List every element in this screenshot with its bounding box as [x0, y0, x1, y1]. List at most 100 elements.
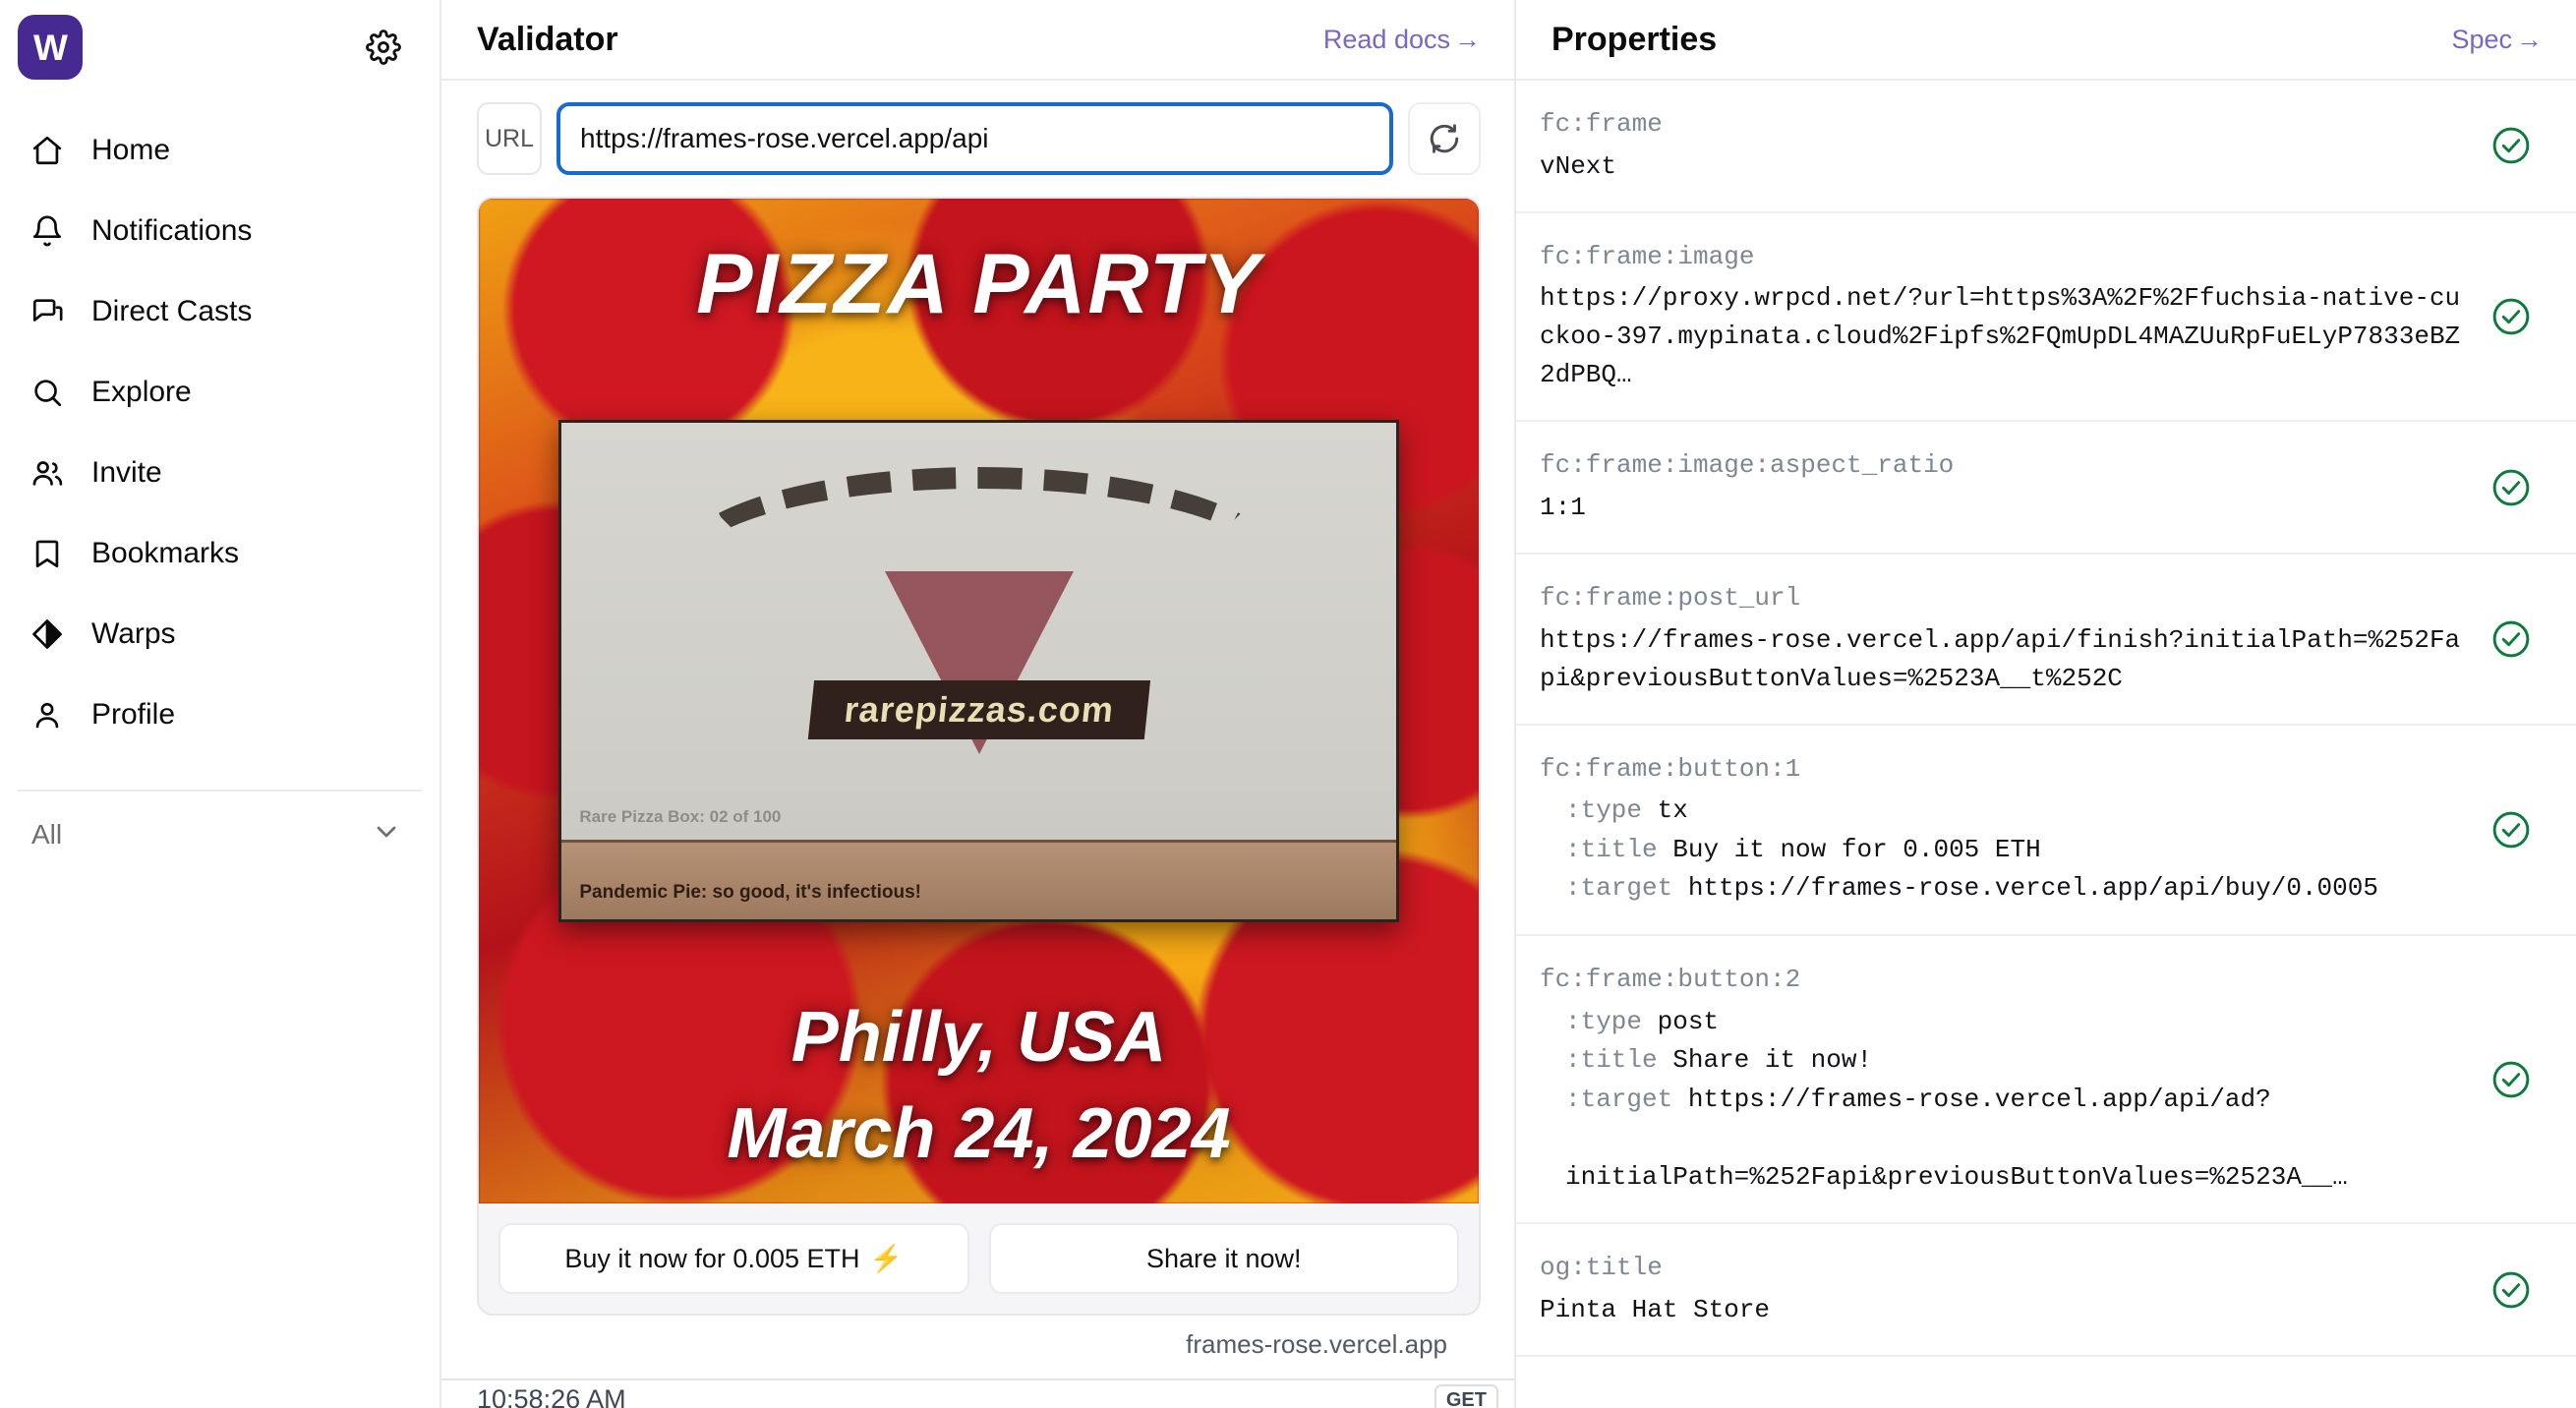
property-row: fc:frame vNext	[1516, 81, 2576, 213]
properties-list: fc:frame vNext fc:frame:image https://pr…	[1516, 81, 2576, 1408]
chevron-down-icon	[371, 816, 402, 854]
validator-header: Validator Read docs →	[441, 0, 1514, 81]
frame-preview-wrap: PIZZA PARTY rarepizzas.com Rare Pizza Bo…	[441, 197, 1514, 1360]
url-label: URL	[477, 102, 542, 175]
frame-image: PIZZA PARTY rarepizzas.com Rare Pizza Bo…	[479, 199, 1479, 1203]
property-row: fc:frame:button:2 :type post :title Shar…	[1516, 936, 2576, 1225]
property-row: og:title Pinta Hat Store	[1516, 1224, 2576, 1357]
app-root: W Home Notifications Direct Casts Explor…	[0, 0, 2576, 1408]
spec-link[interactable]: Spec →	[2451, 25, 2543, 55]
property-content: fc:frame:button:2 :type post :title Shar…	[1540, 962, 2464, 1197]
property-key: fc:frame:image:aspect_ratio	[1540, 450, 1955, 481]
frame-button-1[interactable]: Buy it now for 0.005 ETH ⚡	[498, 1223, 969, 1294]
sidebar-header: W	[0, 0, 439, 94]
property-key: fc:frame:button:2	[1540, 964, 1801, 994]
sidebar: W Home Notifications Direct Casts Explor…	[0, 0, 441, 1408]
property-row: fc:frame:image:aspect_ratio 1:1	[1516, 422, 2576, 556]
subline-value: Share it now!	[1672, 1045, 1873, 1076]
home-icon	[29, 133, 65, 168]
person-icon	[29, 697, 65, 733]
subline-value: Buy it now for 0.005 ETH	[1672, 834, 2041, 864]
lightning-bolt-icon: ⚡	[869, 1244, 904, 1273]
sidebar-item-profile[interactable]: Profile	[0, 675, 439, 755]
property-subline: :type tx	[1540, 792, 2464, 831]
request-status-bar: 10:58:26 AM GET	[441, 1379, 1514, 1408]
sidebar-item-label: Profile	[91, 698, 176, 731]
subline-key: :title	[1565, 1045, 1658, 1076]
refresh-button[interactable]	[1408, 102, 1481, 175]
bookmark-icon	[29, 536, 65, 571]
valid-check-icon	[2489, 1058, 2533, 1101]
property-subline: :type post	[1540, 1003, 2464, 1042]
read-docs-link[interactable]: Read docs →	[1323, 25, 1481, 55]
sidebar-nav: Home Notifications Direct Casts Explore	[0, 94, 439, 755]
validator-panel: Validator Read docs → URL https://frames…	[441, 0, 1516, 1408]
sidebar-item-invite[interactable]: Invite	[0, 433, 439, 513]
search-icon	[29, 375, 65, 410]
property-content: fc:frame:image https://proxy.wrpcd.net/?…	[1540, 239, 2464, 395]
subline-value: post	[1657, 1006, 1720, 1036]
pizza-box-strip: Rare Pizza Box: 02 of 100 Pandemic Pie: …	[561, 807, 1396, 919]
arrow-right-icon: →	[1454, 24, 1481, 54]
valid-check-icon	[2489, 466, 2533, 509]
property-key: og:title	[1540, 1253, 1663, 1283]
warp-diamond-icon	[29, 616, 65, 652]
property-row: fc:frame:image https://proxy.wrpcd.net/?…	[1516, 213, 2576, 423]
property-subline: :target https://frames-rose.vercel.app/a…	[1540, 869, 2464, 909]
valid-check-icon	[2489, 808, 2533, 851]
property-value: https://frames-rose.vercel.app/api/finis…	[1540, 624, 2461, 693]
property-content: fc:frame:image:aspect_ratio 1:1	[1540, 447, 2464, 527]
sidebar-item-home[interactable]: Home	[0, 110, 439, 191]
pizza-box: rarepizzas.com Rare Pizza Box: 02 of 100…	[558, 419, 1399, 922]
subline-key: :type	[1565, 795, 1643, 826]
property-value: https://proxy.wrpcd.net/?url=https%3A%2F…	[1540, 283, 2461, 390]
property-subline: :title Share it now!	[1540, 1041, 2464, 1081]
properties-panel: Properties Spec → fc:frame vNext fc:fram…	[1516, 0, 2576, 1408]
frame-button-2[interactable]: Share it now!	[988, 1223, 1459, 1294]
logo-letter: W	[33, 27, 68, 68]
frame-button-2-label: Share it now!	[1145, 1243, 1302, 1273]
property-subline: :target https://frames-rose.vercel.app/a…	[1540, 1081, 2464, 1198]
sidebar-item-bookmarks[interactable]: Bookmarks	[0, 513, 439, 594]
sidebar-item-label: Home	[91, 134, 171, 166]
feed-filter-label: All	[31, 819, 63, 850]
property-row: fc:frame:button:1 :type tx :title Buy it…	[1516, 726, 2576, 936]
sidebar-item-label: Direct Casts	[91, 295, 253, 327]
gear-icon[interactable]	[361, 25, 406, 70]
valid-check-icon	[2489, 617, 2533, 661]
chat-icon	[29, 294, 65, 329]
property-value: Pinta Hat Store	[1540, 1294, 1771, 1324]
arrow-right-icon: →	[2516, 24, 2543, 54]
property-key: fc:frame:post_url	[1540, 583, 1801, 614]
feed-filter-dropdown[interactable]: All	[0, 792, 439, 878]
properties-title: Properties	[1551, 20, 1718, 58]
property-value: vNext	[1540, 150, 1617, 181]
sidebar-item-direct-casts[interactable]: Direct Casts	[0, 271, 439, 352]
frame-image-location: Philly, USA	[790, 998, 1167, 1077]
spec-label: Spec	[2451, 24, 2512, 54]
subline-value: https://frames-rose.vercel.app/api/buy/0…	[1687, 873, 2378, 904]
sidebar-item-explore[interactable]: Explore	[0, 352, 439, 433]
sidebar-item-label: Invite	[91, 456, 162, 489]
warpcast-logo[interactable]: W	[18, 15, 83, 80]
sidebar-item-label: Notifications	[91, 214, 253, 247]
valid-check-icon	[2489, 124, 2533, 167]
pizza-box-tagline: Pandemic Pie: so good, it's infectious!	[579, 881, 921, 903]
pizza-box-serial: Rare Pizza Box: 02 of 100	[579, 807, 782, 827]
properties-header: Properties Spec →	[1516, 0, 2576, 81]
subline-key: :type	[1565, 1006, 1643, 1036]
property-row: fc:frame:post_url https://frames-rose.ve…	[1516, 555, 2576, 726]
sidebar-item-warps[interactable]: Warps	[0, 594, 439, 675]
property-content: fc:frame:post_url https://frames-rose.ve…	[1540, 580, 2464, 698]
read-docs-label: Read docs	[1322, 24, 1450, 54]
property-content: fc:frame vNext	[1540, 106, 2464, 186]
users-icon	[29, 455, 65, 491]
subline-key: :target	[1565, 873, 1673, 904]
subline-key: :target	[1565, 1084, 1673, 1114]
frame-host: frames-rose.vercel.app	[1186, 1329, 1447, 1359]
frame-preview-card: PIZZA PARTY rarepizzas.com Rare Pizza Bo…	[477, 197, 1481, 1316]
url-input[interactable]: https://frames-rose.vercel.app/api	[556, 102, 1393, 175]
subline-value: https://frames-rose.vercel.app/api/ad? i…	[1565, 1084, 2348, 1192]
property-key: fc:frame:image	[1540, 241, 1755, 271]
sidebar-item-notifications[interactable]: Notifications	[0, 191, 439, 271]
